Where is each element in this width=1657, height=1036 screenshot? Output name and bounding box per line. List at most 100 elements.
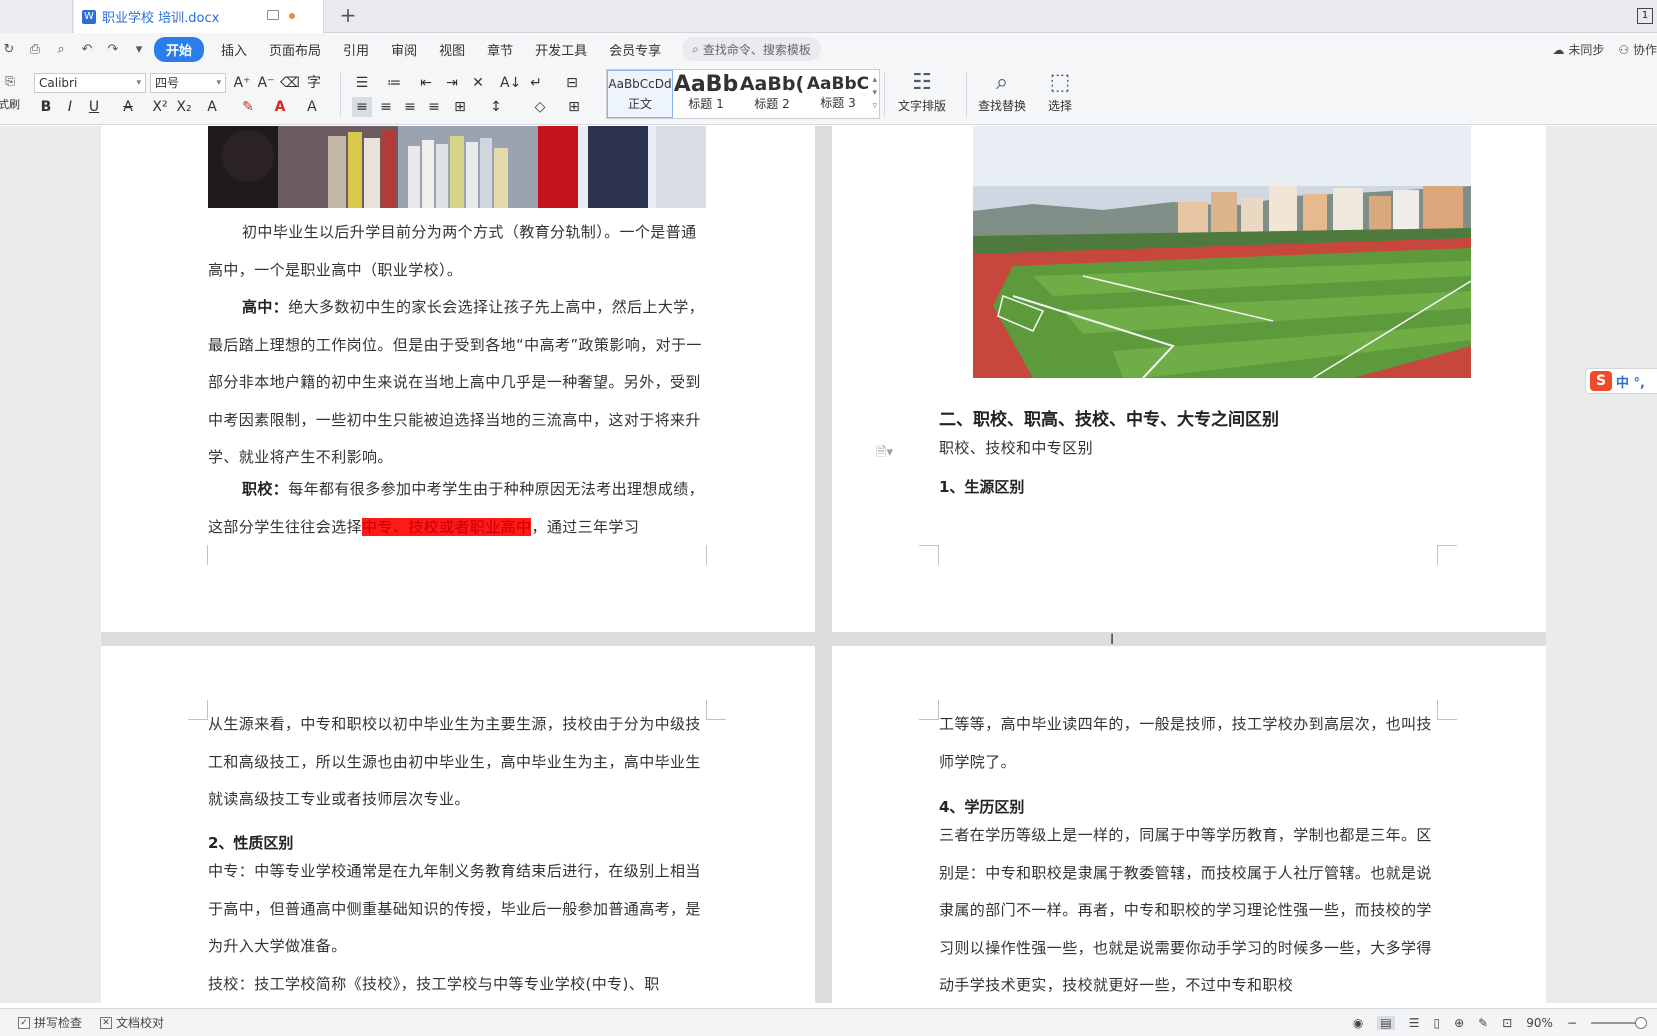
reading-view-icon[interactable]: ▯ <box>1433 1016 1440 1030</box>
customize-dropdown-icon[interactable]: ▾ <box>130 42 148 57</box>
menu-references[interactable]: 引用 <box>343 40 369 59</box>
doc-proof-toggle[interactable]: ✕ 文档校对 <box>100 1014 164 1031</box>
outline-view-icon[interactable]: ☰ <box>1409 1016 1420 1030</box>
font-color-icon[interactable]: A <box>270 97 290 117</box>
p3-paragraph-2[interactable]: 中专：中等专业学校通常是在九年制义务教育结束后进行，在级别上相当于高中，但普通高… <box>208 853 708 966</box>
menu-review[interactable]: 审阅 <box>391 40 417 59</box>
align-center-icon[interactable]: ≡ <box>376 97 396 117</box>
p4-section-4-heading[interactable]: 4、学历区别 <box>939 796 1024 817</box>
p3-paragraph-3[interactable]: 技校：技工学校简称《技校》，技工学校与中等专业学校(中专)、职 <box>208 966 708 1002</box>
text-effect-icon[interactable]: A <box>202 97 222 117</box>
p1-paragraph-1[interactable]: 初中毕业生以后升学目前分为两个方式（教育分轨制）。一个是普通高中，一个是职业高中… <box>208 214 708 289</box>
paragraph-marker-icon[interactable]: 🗎▾ <box>876 443 893 465</box>
p4-paragraph-1[interactable]: 工等等，高中毕业读四年的，一般是技师，技工学校办到高层次，也叫技师学院了。 <box>939 706 1439 781</box>
grow-font-icon[interactable]: A⁺ <box>232 73 252 93</box>
p2-subtitle[interactable]: 职校、技校和中专区别 <box>939 430 1439 468</box>
page-top-left[interactable]: 初中毕业生以后升学目前分为两个方式（教育分轨制）。一个是普通高中，一个是职业高中… <box>101 126 815 632</box>
font-name-select[interactable]: Calibri ▾ <box>34 73 146 93</box>
zoom-out-icon[interactable]: − <box>1567 1016 1577 1030</box>
font-size-select[interactable]: 四号 ▾ <box>150 73 226 93</box>
library-photo[interactable] <box>208 126 706 208</box>
home-tab[interactable] <box>0 0 73 33</box>
show-marks-icon[interactable]: ↵ <box>526 73 546 93</box>
menu-developer[interactable]: 开发工具 <box>535 40 587 59</box>
menu-page-layout[interactable]: 页面布局 <box>269 40 321 59</box>
distributed-icon[interactable]: ⊞ <box>450 97 470 117</box>
clear-format-icon[interactable]: ⌫ <box>280 73 300 93</box>
document-workspace[interactable]: 初中毕业生以后升学目前分为两个方式（教育分轨制）。一个是普通高中，一个是职业高中… <box>0 126 1657 1003</box>
increase-indent-icon[interactable]: ⇥ <box>442 73 462 93</box>
page-view-icon[interactable]: ▤ <box>1377 1016 1395 1030</box>
section-heading[interactable]: 二、职校、职高、技校、中专、大专之间区别 <box>939 405 1279 430</box>
style-heading-2[interactable]: AaBb( 标题 2 <box>739 70 805 118</box>
fit-page-icon[interactable]: ⊡ <box>1502 1016 1512 1030</box>
line-spacing-icon[interactable]: ↕ <box>486 97 506 117</box>
table-lines-icon[interactable]: ⊟ <box>562 73 582 93</box>
align-right-icon[interactable]: ≡ <box>400 97 420 117</box>
p1-highlighted-text[interactable]: 中专、技校或者职业高中 <box>362 517 532 536</box>
eye-protection-icon[interactable]: ◉ <box>1353 1016 1363 1030</box>
bullet-list-icon[interactable]: ☰ <box>352 73 372 93</box>
p3-section-2-heading[interactable]: 2、性质区别 <box>208 832 293 853</box>
zoom-level[interactable]: 90% <box>1526 1016 1553 1030</box>
subscript-icon[interactable]: X₂ <box>174 97 194 117</box>
shrink-font-icon[interactable]: A⁻ <box>256 73 276 93</box>
p3-paragraph-1[interactable]: 从生源来看，中专和职校以初中毕业生为主要生源，技校由于分为中级技工和高级技工，所… <box>208 706 708 819</box>
redo-partial-icon[interactable]: ↻ <box>0 42 18 57</box>
document-tab[interactable]: W 职业学校 培训.docx <box>74 0 324 33</box>
select-button[interactable]: ⬚ 选择 <box>1030 69 1090 119</box>
paste-icon[interactable]: ⎘ <box>0 71 20 91</box>
format-painter-label[interactable]: 式刷 <box>0 95 20 115</box>
style-heading-3[interactable]: AaBbC 标题 3 <box>805 70 871 118</box>
text-layout-button[interactable]: ☷ 文字排版 <box>892 69 952 119</box>
ime-status-bar[interactable]: S 中 °, <box>1585 368 1657 394</box>
find-replace-button[interactable]: ⌕ 查找替换 <box>972 69 1032 119</box>
sports-field-photo[interactable] <box>973 126 1471 378</box>
menu-view[interactable]: 视图 <box>439 40 465 59</box>
page-bottom-left[interactable]: 从生源来看，中专和职校以初中毕业生为主要生源，技校由于分为中级技工和高级技工，所… <box>101 646 815 1003</box>
write-view-icon[interactable]: ✎ <box>1478 1016 1488 1030</box>
bold-icon[interactable]: B <box>36 97 56 117</box>
superscript-icon[interactable]: X² <box>150 97 170 117</box>
sync-status[interactable]: ☁ 未同步 <box>1553 41 1605 58</box>
chinese-layout-icon[interactable]: ✕ <box>468 73 488 93</box>
print-icon[interactable]: ⎙ <box>26 42 44 57</box>
collab-button[interactable]: ⚇ 协作 <box>1618 41 1657 58</box>
gallery-scroll-icon[interactable]: ▴ ▾ ▿ <box>872 74 877 113</box>
strikethrough-icon[interactable]: A <box>118 97 138 117</box>
redo-icon[interactable]: ↷ <box>104 42 122 57</box>
numbered-list-icon[interactable]: ≔ <box>384 73 404 93</box>
italic-icon[interactable]: I <box>60 97 80 117</box>
spell-check-toggle[interactable]: ✓ 拼写检查 <box>18 1014 82 1031</box>
style-normal[interactable]: AaBbCcDd 正文 <box>607 70 673 118</box>
page-bottom-right[interactable]: 工等等，高中毕业读四年的，一般是技师，技工学校办到高层次，也叫技师学院了。 4、… <box>832 646 1546 1003</box>
menu-home[interactable]: 开始 <box>154 36 205 62</box>
menu-section[interactable]: 章节 <box>487 40 513 59</box>
p1-paragraph-2[interactable]: 高中：绝大多数初中生的家长会选择让孩子先上高中，然后上大学，最后踏上理想的工作岗… <box>208 289 708 477</box>
new-tab-button[interactable]: + <box>336 4 360 28</box>
align-left-icon[interactable]: ≡ <box>352 97 372 117</box>
menu-member[interactable]: 会员专享 <box>609 40 661 59</box>
p2-section-1-heading[interactable]: 1、生源区别 <box>939 476 1024 497</box>
phonetic-guide-icon[interactable]: 字 <box>304 73 324 93</box>
undo-icon[interactable]: ↶ <box>78 42 96 57</box>
highlight-color-icon[interactable]: ✎ <box>238 97 258 117</box>
web-view-icon[interactable]: ⊕ <box>1454 1016 1464 1030</box>
borders-icon[interactable]: ⊞ <box>564 97 584 117</box>
style-heading-1[interactable]: AaBb 标题 1 <box>673 70 739 118</box>
page-top-right[interactable]: 二、职校、职高、技校、中专、大专之间区别 🗎▾ 职校、技校和中专区别 1、生源区… <box>832 126 1546 632</box>
char-border-icon[interactable]: Ａ <box>302 97 322 117</box>
justify-icon[interactable]: ≡ <box>424 97 444 117</box>
menu-insert[interactable]: 插入 <box>221 40 247 59</box>
p4-paragraph-2[interactable]: 三者在学历等级上是一样的，同属于中等学历教育，学制也都是三年。区别是：中专和职校… <box>939 817 1439 1001</box>
zoom-slider-knob[interactable] <box>1635 1017 1647 1029</box>
zoom-slider[interactable] <box>1591 1017 1647 1029</box>
screen-icon[interactable] <box>267 10 279 20</box>
window-count-badge[interactable]: 1 <box>1637 8 1653 24</box>
shading-icon[interactable]: ◇ <box>530 97 550 117</box>
p1-paragraph-3[interactable]: 职校：每年都有很多参加中考学生由于种种原因无法考出理想成绩，这部分学生往往会选择… <box>208 471 708 546</box>
print-preview-icon[interactable]: ⌕ <box>52 42 70 57</box>
underline-icon[interactable]: U <box>84 97 104 117</box>
decrease-indent-icon[interactable]: ⇤ <box>416 73 436 93</box>
sort-icon[interactable]: A↓ <box>500 73 521 93</box>
